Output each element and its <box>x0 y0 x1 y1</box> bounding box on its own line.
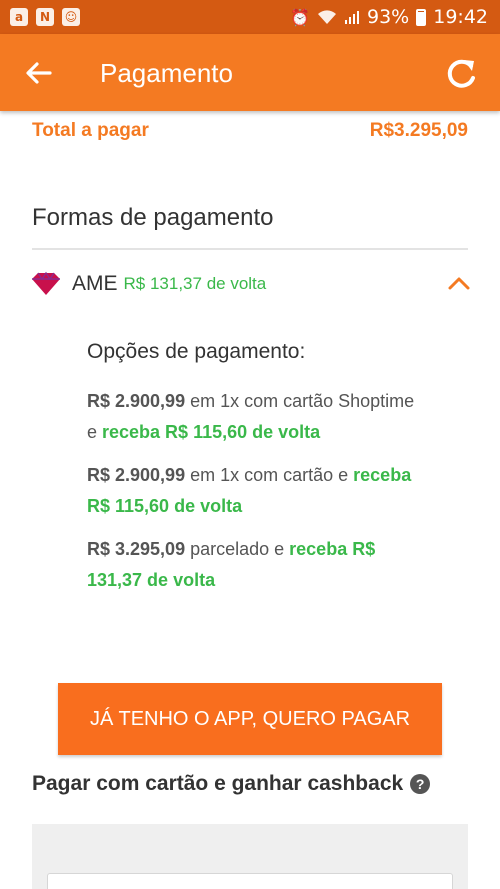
wifi-icon <box>318 10 336 24</box>
option-text: em 1x com cartão e <box>185 465 354 485</box>
option-text: parcelado e <box>185 539 290 559</box>
payment-methods-title: Formas de pagamento <box>32 204 274 231</box>
payment-option: R$ 3.295,09 parcelado e receba R$ 131,37… <box>87 534 427 596</box>
ame-name: AME <box>72 272 118 295</box>
divider <box>32 248 468 250</box>
system-status: ⏰ 93% 19:42 <box>290 6 488 28</box>
notification-icons: a N ☺ <box>10 8 80 26</box>
option-cashback: receba R$ 115,60 de volta <box>102 422 321 442</box>
payment-option: R$ 2.900,99 em 1x com cartão Shoptime e … <box>87 386 427 448</box>
payment-option: R$ 2.900,99 em 1x com cartão e receba R$… <box>87 460 427 522</box>
app-notification-icon: N <box>36 8 54 26</box>
face-notification-icon: ☺ <box>62 8 80 26</box>
option-amount: R$ 3.295,09 <box>87 539 186 559</box>
battery-percent: 93% <box>367 6 410 28</box>
alarm-icon: ⏰ <box>290 7 310 27</box>
total-value: R$3.295,09 <box>369 120 468 141</box>
ame-cashback: R$ 131,37 de volta <box>123 274 267 293</box>
ame-logo-icon <box>32 271 60 295</box>
amazon-notification-icon: a <box>10 8 28 26</box>
option-amount: R$ 2.900,99 <box>87 465 186 485</box>
pay-with-app-button[interactable]: JÁ TENHO O APP, QUERO PAGAR <box>58 683 442 755</box>
battery-icon <box>416 8 427 26</box>
back-arrow-icon[interactable] <box>22 56 56 90</box>
card-cashback-section-title: Pagar com cartão e ganhar cashback ? <box>32 772 472 796</box>
total-row: Total a pagar R$3.295,09 <box>32 118 468 144</box>
card-section-title: Pagar com cartão e ganhar cashback <box>32 772 404 795</box>
refresh-icon[interactable] <box>441 54 481 94</box>
card-input-field[interactable] <box>47 873 453 889</box>
status-bar: a N ☺ ⏰ 93% 19:42 <box>0 0 500 34</box>
payment-options: Opções de pagamento: R$ 2.900,99 em 1x c… <box>87 340 427 608</box>
app-bar: Pagamento <box>0 34 500 111</box>
ame-payment-option[interactable]: AME R$ 131,37 de volta <box>30 266 470 302</box>
signal-icon <box>345 11 359 24</box>
option-amount: R$ 2.900,99 <box>87 391 186 411</box>
chevron-up-icon[interactable] <box>446 272 472 294</box>
page-title: Pagamento <box>100 58 233 88</box>
payment-options-title: Opções de pagamento: <box>87 340 306 363</box>
help-icon[interactable]: ? <box>410 774 431 794</box>
clock: 19:42 <box>433 6 488 28</box>
total-label: Total a pagar <box>32 120 149 141</box>
